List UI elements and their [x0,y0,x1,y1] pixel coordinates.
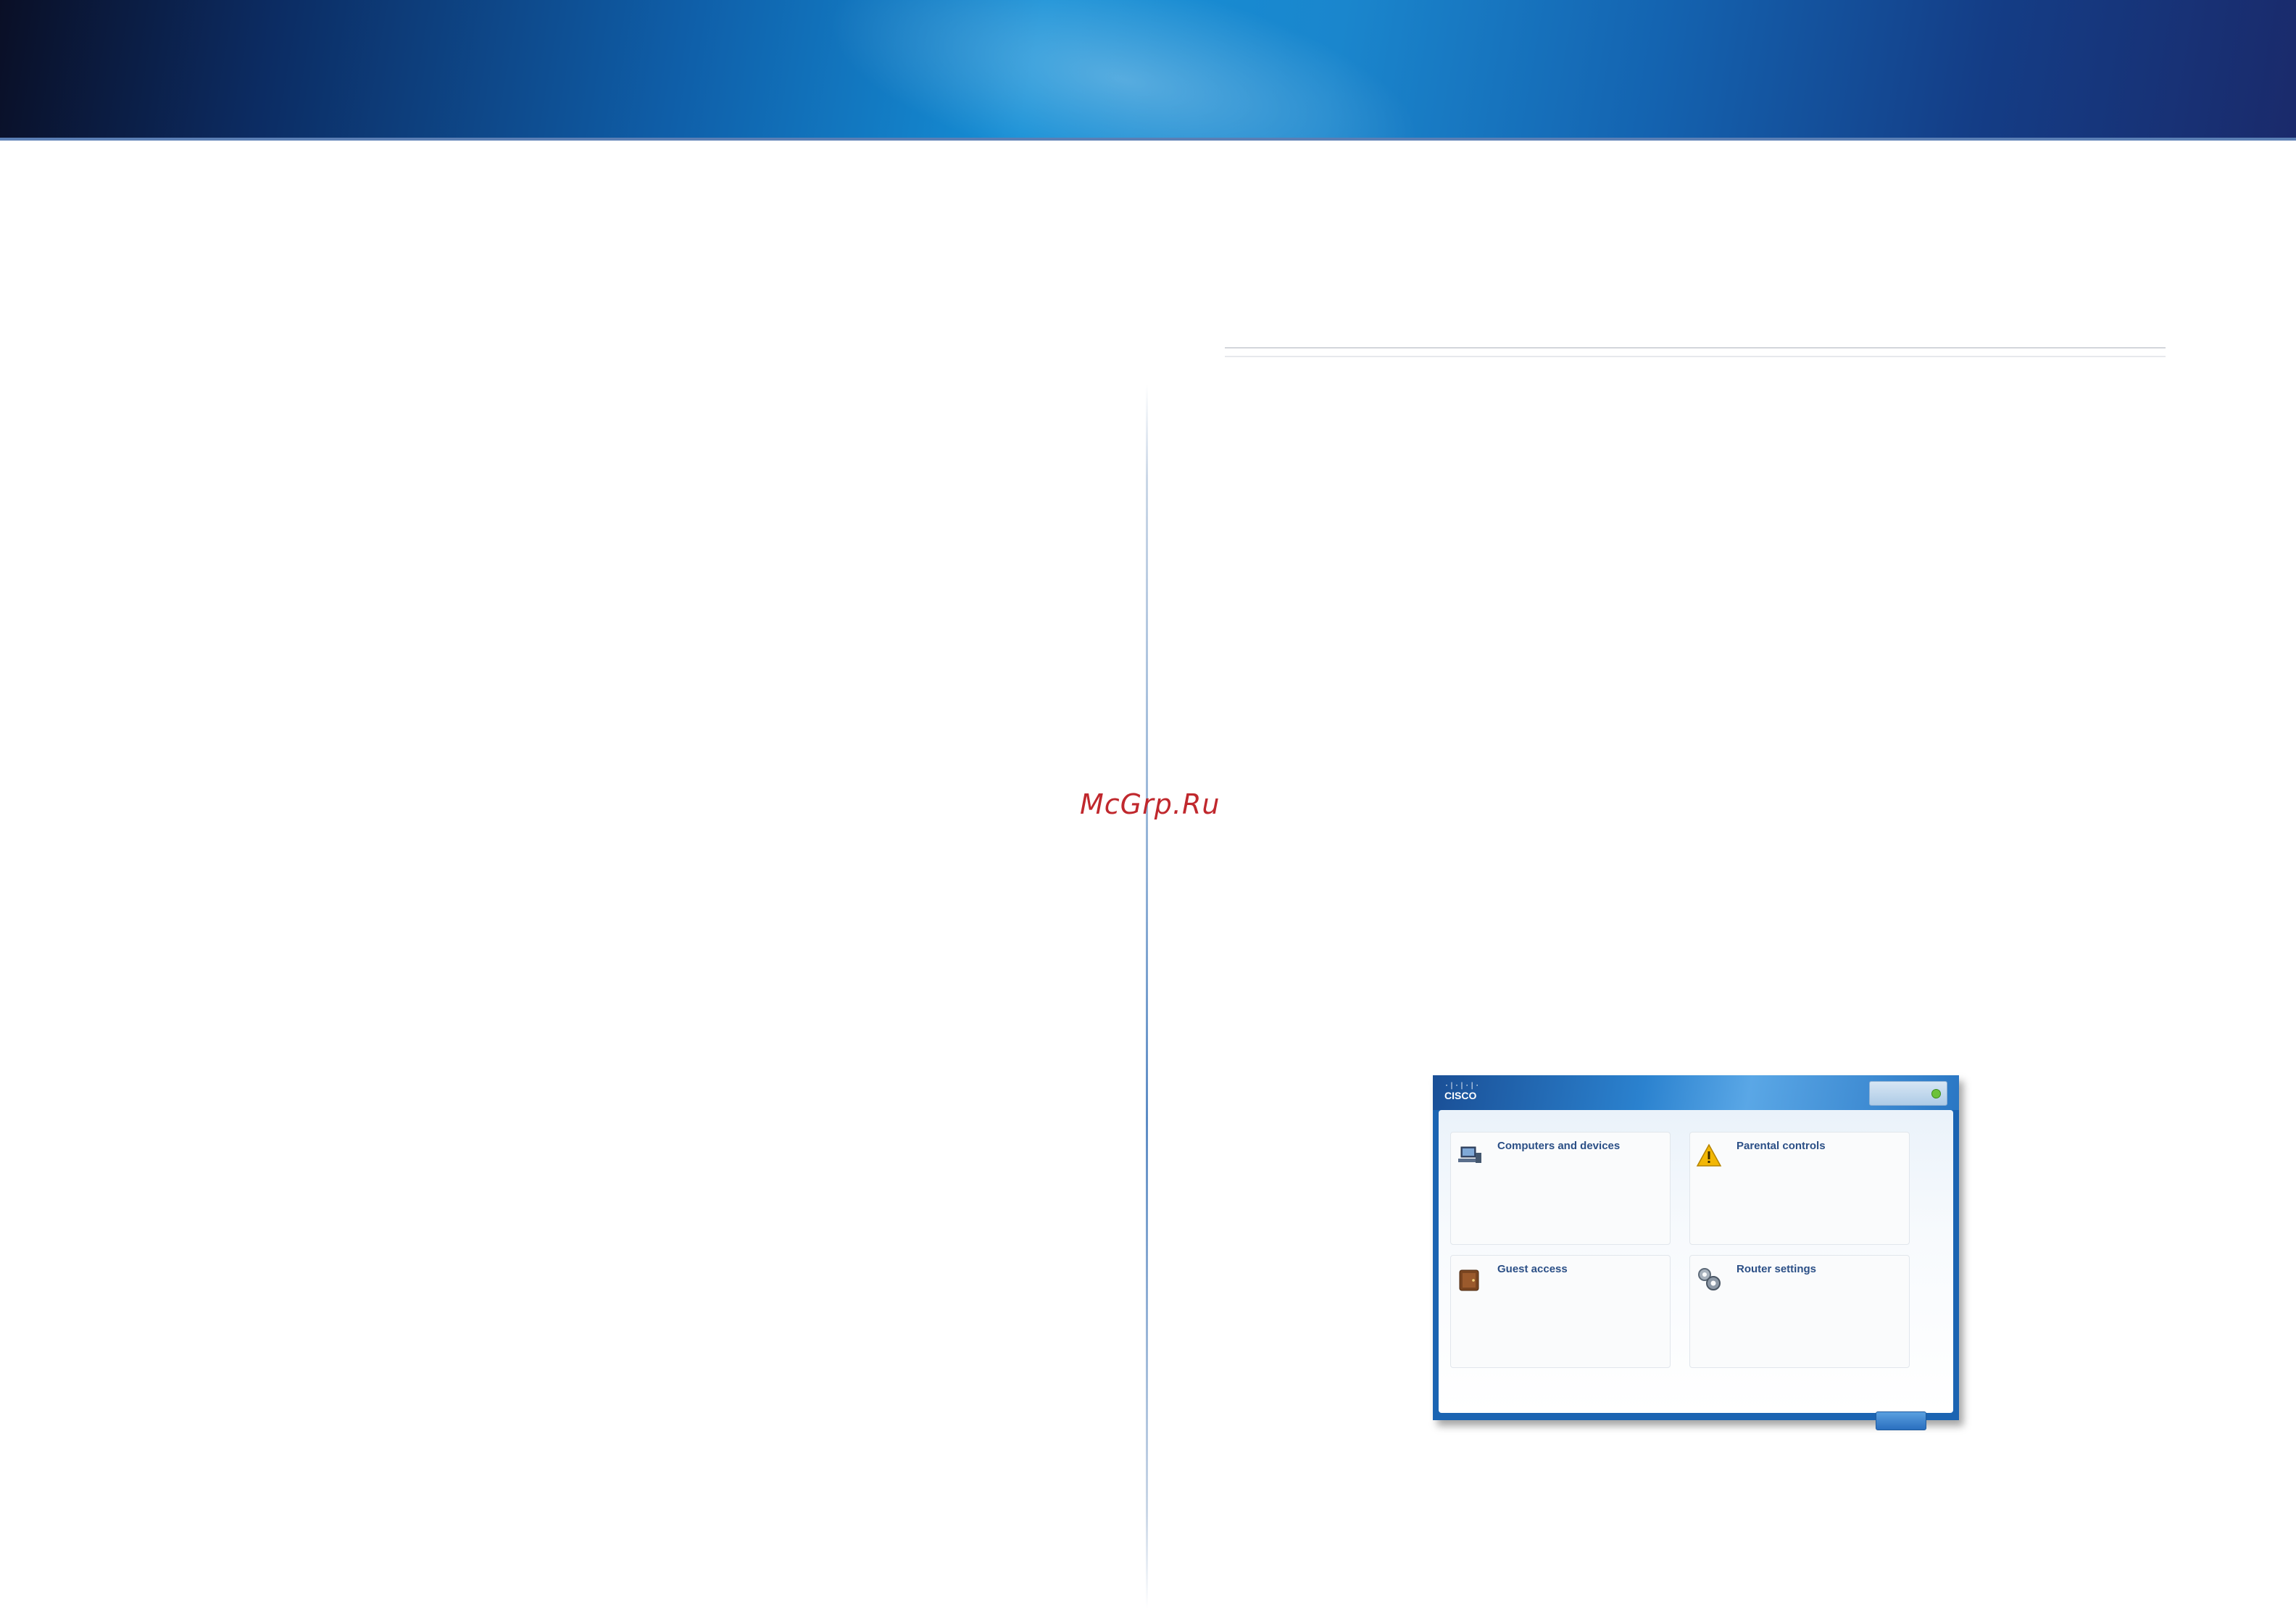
gears-icon [1698,1268,1721,1290]
app-header: ·|·|·|· CISCO [1433,1075,1959,1110]
card-title: Computers and devices [1497,1140,1621,1152]
cisco-logo: ·|·|·|· CISCO [1444,1082,1481,1102]
watermark: McGrp.Ru [1080,788,1220,820]
app-screenshot: ·|·|·|· CISCO Computers and devices Pare… [1433,1075,1959,1430]
computer-icon [1458,1146,1481,1163]
app-body: Computers and devices Parental controls … [1439,1110,1953,1430]
cisco-logo-text: CISCO [1444,1090,1477,1101]
status-indicator[interactable] [1869,1081,1947,1106]
section-rule-top [1225,347,2166,349]
card-computers-and-devices[interactable]: Computers and devices [1450,1132,1671,1245]
card-title: Parental controls [1736,1140,1826,1152]
cisco-logo-bars: ·|·|·|· [1444,1082,1481,1090]
close-button[interactable] [1876,1411,1926,1430]
warning-icon [1696,1143,1722,1167]
card-parental-controls[interactable]: Parental controls [1689,1132,1910,1245]
card-guest-access[interactable]: Guest access [1450,1255,1671,1368]
card-title: Guest access [1497,1263,1568,1275]
column-divider [1146,384,1148,1609]
status-ok-icon [1931,1089,1941,1098]
guest-icon [1459,1269,1479,1291]
banner-sheen [781,0,1465,254]
card-title: Router settings [1736,1263,1817,1275]
header-banner [0,0,2296,254]
section-rule-bottom [1225,356,2166,357]
card-router-settings[interactable]: Router settings [1689,1255,1910,1368]
